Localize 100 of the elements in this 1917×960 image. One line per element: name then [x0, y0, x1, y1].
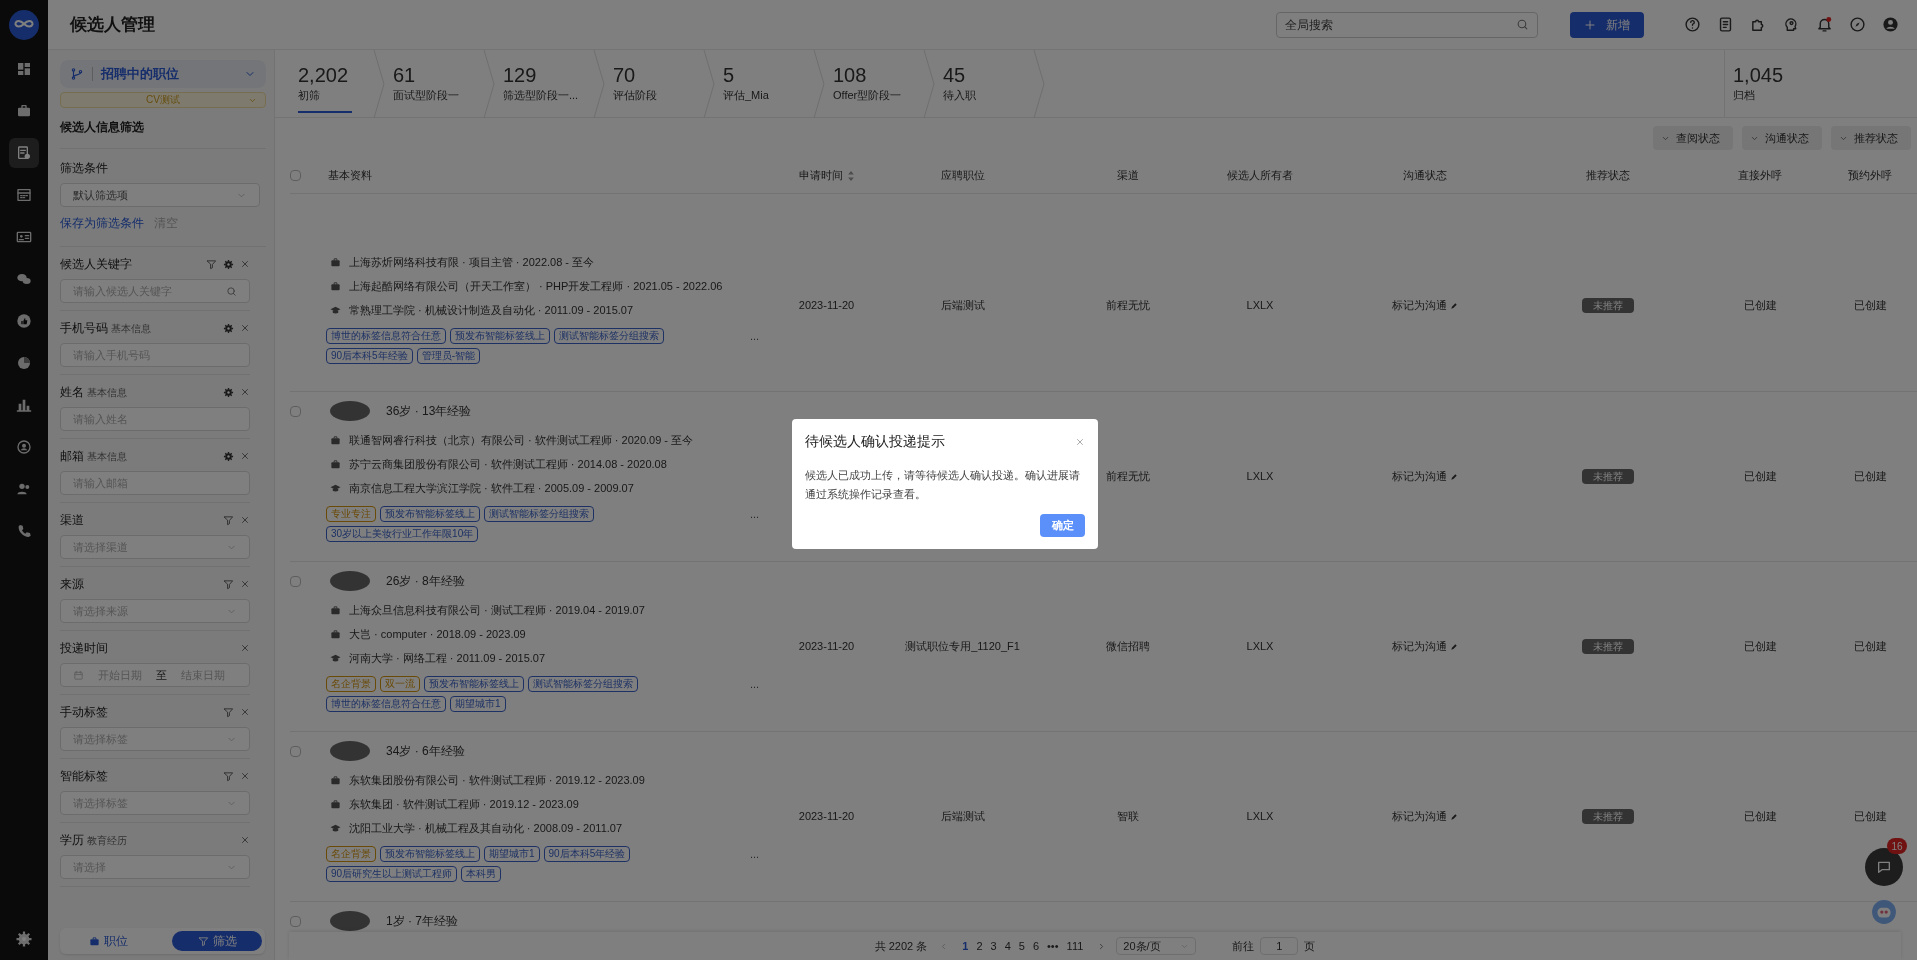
- help-icon[interactable]: [1684, 16, 1701, 33]
- briefcase-icon: [330, 798, 341, 810]
- close-icon[interactable]: [240, 643, 250, 653]
- tag: 90后本科5年经验: [543, 846, 631, 862]
- checkbox[interactable]: [290, 576, 301, 587]
- close-icon[interactable]: [240, 579, 250, 589]
- stage-tab[interactable]: 45 待入职: [943, 50, 1053, 117]
- panel-tab[interactable]: 职位: [63, 931, 153, 951]
- close-icon[interactable]: [240, 323, 250, 333]
- stage-tab[interactable]: 70 评估阶段: [613, 50, 723, 117]
- add-button[interactable]: 新增: [1570, 11, 1644, 38]
- status-filter-button[interactable]: 沟通状态: [1742, 126, 1822, 150]
- page-number[interactable]: 5: [1014, 937, 1029, 955]
- pencil-icon[interactable]: [1450, 301, 1458, 310]
- direct-call-cell-text: 已创建: [1743, 298, 1777, 314]
- field-label: 姓名: [60, 384, 84, 401]
- page-number[interactable]: 4: [1000, 937, 1015, 955]
- pencil-icon[interactable]: [1450, 812, 1458, 821]
- tag: 测试智能标签分组搜索: [528, 676, 638, 692]
- candidate-summary: 34岁 · 6年经验: [386, 743, 465, 760]
- work-entry: 东软集团 · 软件测试工程师 · 2019.12 - 2023.09: [349, 796, 579, 812]
- field-label: 智能标签: [60, 768, 108, 785]
- status-filter-button[interactable]: 查阅状态: [1653, 126, 1733, 150]
- sort-icon[interactable]: [846, 170, 855, 181]
- job-selector-label: 招聘中的职位: [101, 65, 180, 84]
- chat-button[interactable]: [1865, 848, 1903, 886]
- more-tags[interactable]: ...: [750, 506, 760, 523]
- page-number[interactable]: 6: [1028, 937, 1043, 955]
- direct-call-cell-text: 已创建: [1743, 809, 1777, 825]
- filter-icon[interactable]: [223, 706, 234, 718]
- column-header: 申请时间: [798, 168, 843, 184]
- graduation-cap-icon: [330, 652, 341, 664]
- confirm-button[interactable]: 确定: [1040, 514, 1085, 537]
- direct-call-cell-text: 已创建: [1743, 639, 1777, 655]
- stage-tab[interactable]: 61 面试型阶段一: [393, 50, 503, 117]
- checkbox[interactable]: [290, 406, 301, 417]
- status-filter-button[interactable]: 推荐状态: [1831, 126, 1911, 150]
- checkbox[interactable]: [290, 746, 301, 757]
- more-tags[interactable]: ...: [750, 328, 760, 345]
- search-icon: [226, 285, 237, 297]
- document-icon[interactable]: [1717, 16, 1734, 33]
- close-icon[interactable]: [240, 451, 250, 461]
- dialog-message: 候选人已成功上传，请等待候选人确认投递。确认进展请通过系统操作记录查看。: [805, 468, 1081, 502]
- column-header: 直接外呼: [1738, 168, 1782, 184]
- close-icon[interactable]: [1075, 436, 1085, 447]
- page-title: 候选人管理: [70, 13, 156, 36]
- tag: 名企背景: [326, 676, 376, 692]
- settings-icon[interactable]: [223, 258, 234, 270]
- page-number[interactable]: 3: [986, 937, 1001, 955]
- more-tags[interactable]: ...: [750, 846, 760, 863]
- page-number[interactable]: •••: [1043, 937, 1063, 955]
- checkbox[interactable]: [290, 916, 301, 927]
- search-field[interactable]: 全局搜索: [1276, 11, 1538, 38]
- panel-tab[interactable]: 筛选: [172, 931, 262, 951]
- user-icon[interactable]: [1882, 16, 1899, 33]
- select-field[interactable]: 默认筛选项: [60, 183, 260, 207]
- field-label: 来源: [60, 576, 84, 593]
- graduation-cap-icon: [330, 304, 341, 316]
- page-number[interactable]: 1: [958, 937, 973, 955]
- page-input[interactable]: 1: [1260, 937, 1299, 955]
- filter-icon[interactable]: [206, 258, 217, 270]
- close-icon[interactable]: [240, 835, 250, 845]
- tag: 90后研究生以上测试工程师: [326, 866, 458, 882]
- stage-tab[interactable]: 108 Offer型阶段一: [833, 50, 943, 117]
- filter-icon[interactable]: [223, 514, 234, 526]
- briefcase-icon: [330, 434, 341, 446]
- archive-tab[interactable]: 1,045 归档: [1724, 50, 1917, 117]
- close-icon[interactable]: [240, 771, 250, 781]
- bell-icon[interactable]: [1816, 16, 1833, 33]
- more-tags[interactable]: ...: [750, 676, 760, 693]
- job-selector[interactable]: 招聘中的职位: [60, 60, 266, 88]
- stage-tab[interactable]: 2,202 初筛: [298, 50, 393, 117]
- pencil-icon[interactable]: [1450, 642, 1458, 651]
- page-number[interactable]: 2: [972, 937, 987, 955]
- education-entry: 南京信息工程大学滨江学院 · 软件工程 · 2005.09 - 2009.07: [349, 480, 634, 496]
- checkbox[interactable]: [290, 170, 301, 181]
- close-icon[interactable]: [240, 387, 250, 397]
- close-icon[interactable]: [240, 515, 250, 525]
- stage-tab[interactable]: 5 评估_Mia: [723, 50, 833, 117]
- close-icon[interactable]: [240, 259, 250, 269]
- filter-icon[interactable]: [223, 770, 234, 782]
- settings-icon[interactable]: [223, 386, 234, 398]
- compass-icon[interactable]: [1849, 16, 1866, 33]
- field-label: 候选人关键字: [60, 256, 132, 273]
- page-number[interactable]: 111: [1062, 937, 1088, 955]
- save-filter-link[interactable]: 保存为筛选条件: [60, 214, 144, 232]
- settings-icon[interactable]: [223, 450, 234, 462]
- briefcase-icon: [16, 103, 32, 119]
- column-header: 预约外呼: [1848, 168, 1892, 184]
- page-size-select[interactable]: 20条/页: [1116, 937, 1197, 955]
- stage-tab[interactable]: 129 筛选型阶段一...: [503, 50, 613, 117]
- tag: 本科男: [461, 866, 502, 882]
- tag: 90后本科5年经验: [326, 348, 413, 364]
- work-entry: 上海苏炘网络科技有限 · 项目主管 · 2022.08 - 至今: [349, 254, 595, 270]
- nav-item[interactable]: [9, 138, 39, 168]
- pencil-icon[interactable]: [1450, 472, 1458, 481]
- close-icon[interactable]: [240, 707, 250, 717]
- job-sub-selector[interactable]: CV测试: [60, 92, 266, 108]
- filter-icon[interactable]: [223, 578, 234, 590]
- settings-icon[interactable]: [223, 322, 234, 334]
